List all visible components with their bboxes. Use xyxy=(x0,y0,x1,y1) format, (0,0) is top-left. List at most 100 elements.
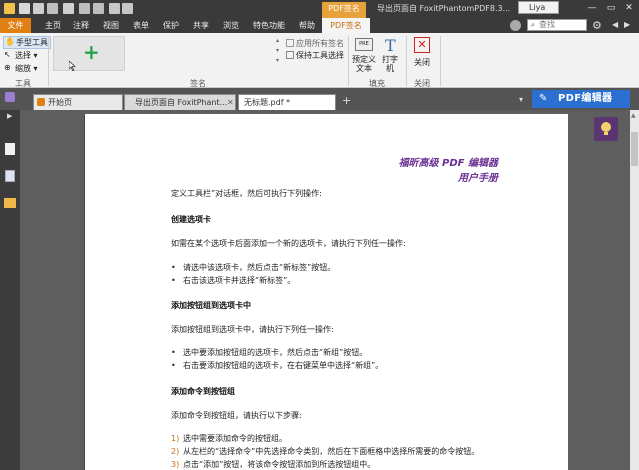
new-tab-icon[interactable]: + xyxy=(342,94,351,107)
tab-protect[interactable]: 保护 xyxy=(158,18,184,33)
zoom-label: 缩放 xyxy=(15,64,31,73)
apply-all-icon xyxy=(286,39,294,47)
quick-access-menu-icon[interactable] xyxy=(122,3,133,14)
ribbon-separator xyxy=(406,36,407,86)
document-canvas[interactable]: 福昕高级 PDF 编辑器 用户手册 定义工具栏”对话框，然后可执行下列操作: 创… xyxy=(20,110,630,470)
tab-features[interactable]: 特色功能 xyxy=(248,18,290,33)
tips-button[interactable] xyxy=(594,117,618,141)
list-item: • 右击要添加按钮组的选项卡，在右键菜单中选择“新组”。 xyxy=(171,361,384,370)
select-label: 选择 xyxy=(15,51,31,60)
doc-tab-label: 开始页 xyxy=(48,98,72,107)
tab-form[interactable]: 表单 xyxy=(128,18,154,33)
list-item: 3) 点击“添加”按钮，将该命令按钮添加到所选按钮组中。 xyxy=(171,460,376,469)
minimize-button[interactable]: — xyxy=(585,2,599,14)
close-signature-button[interactable]: 关闭 xyxy=(414,57,430,68)
zoom-icon: ⊕ xyxy=(4,63,11,72)
section-heading: 添加按钮组到选项卡中 xyxy=(171,301,251,310)
open-icon[interactable] xyxy=(19,3,30,14)
typewriter-button[interactable]: 打字机 xyxy=(381,55,399,73)
user-name: Liya xyxy=(529,3,546,12)
editor-icon: ✎ xyxy=(539,93,548,104)
hand-tool-label: 手型工具 xyxy=(16,38,48,47)
scroll-down-icon[interactable]: ▾ xyxy=(276,47,279,54)
doc-tab-label: 导出页面自 FoxitPhant... xyxy=(135,98,228,107)
list-item: 2) 从左栏的“选择命令”中先选择命令类别，然后在下面框格中选择所需要的命令按钮。 xyxy=(171,447,480,456)
save-icon[interactable] xyxy=(33,3,44,14)
navigation-panel-icon[interactable] xyxy=(5,92,15,102)
ribbon-separator xyxy=(440,36,441,86)
pdf-editor-label: PDF编辑器 xyxy=(558,93,613,104)
tab-help[interactable]: 帮助 xyxy=(294,18,320,33)
foxit-tab-icon xyxy=(37,98,45,106)
left-sidebar: ▶ xyxy=(0,92,20,470)
predefined-text-button[interactable]: 预定义文本 xyxy=(351,55,377,73)
back-icon[interactable]: ◀ xyxy=(612,20,618,29)
vertical-scrollbar[interactable]: ▲ xyxy=(630,110,639,470)
pdf-page[interactable]: 福昕高级 PDF 编辑器 用户手册 定义工具栏”对话框，然后可执行下列操作: 创… xyxy=(84,114,568,470)
close-tab-icon[interactable]: ✕ xyxy=(227,98,234,107)
window-title: 导出页面自 FoxitPhantomPDF8.3... xyxy=(377,4,511,13)
list-item: 1) 选中需要添加命令的按钮组。 xyxy=(171,434,287,443)
doc-tab-label: 无标题.pdf * xyxy=(244,98,291,107)
section-text: 如需在某个选项卡后面添加一个新的选项卡，请执行下列任一操作: xyxy=(171,239,406,248)
hand-tool-icon[interactable] xyxy=(109,3,120,14)
doc-tab-start[interactable]: 开始页 xyxy=(33,94,123,110)
ribbon-separator xyxy=(48,36,49,86)
predefined-text-icon: PRE xyxy=(355,38,373,51)
tab-view[interactable]: 视图 xyxy=(98,18,124,33)
close-signature-icon: ✕ xyxy=(414,37,430,53)
plus-icon: + xyxy=(83,40,100,64)
user-account-box[interactable]: Liya xyxy=(518,1,559,14)
forward-icon[interactable]: ▶ xyxy=(624,20,630,29)
section-text: 添加命令到按钮组，请执行以下步骤: xyxy=(171,411,302,420)
section-heading: 创建选项卡 xyxy=(171,215,211,224)
menu-bar: 文件 主页 注释 视图 表单 保护 共享 浏览 特色功能 帮助 PDF签名 查找… xyxy=(0,18,639,33)
bookmark-icon[interactable] xyxy=(5,170,15,182)
ribbon: 手型工具 ✋ 选择 ▾ ↖ 缩放 ▾ ⊕ 工具 + ▴ ▾ ▾ 签名 应用所有签… xyxy=(0,33,639,88)
scroll-up-icon[interactable]: ▴ xyxy=(276,37,279,44)
list-item: • 右击该选项卡并选择“新标签”。 xyxy=(171,276,296,285)
keep-tool-checkbox-icon xyxy=(286,51,294,59)
comments-icon[interactable] xyxy=(4,198,16,208)
select-cursor-icon: ↖ xyxy=(4,50,11,59)
apply-all-label: 应用所有签名 xyxy=(296,39,344,48)
add-signature-area[interactable]: + xyxy=(53,36,125,71)
customize-icon[interactable] xyxy=(63,3,74,14)
typewriter-icon: T xyxy=(385,36,396,55)
intro-text: 定义工具栏”对话框，然后可执行下列操作: xyxy=(171,189,322,198)
list-item: • 选中要添加按钮组的选项卡，然后点击“新组”按钮。 xyxy=(171,348,368,357)
tab-file[interactable]: 文件 xyxy=(0,18,31,33)
doc-tab-export[interactable]: 导出页面自 FoxitPhant... xyxy=(124,94,236,110)
redo-icon[interactable] xyxy=(93,3,104,14)
search-placeholder: 查找 xyxy=(539,20,555,29)
ribbon-collapse-icon[interactable] xyxy=(510,20,521,31)
tab-comment[interactable]: 注释 xyxy=(68,18,94,33)
scroll-thumb[interactable] xyxy=(631,132,638,166)
maximize-button[interactable]: ▭ xyxy=(604,2,618,14)
tab-dropdown-icon[interactable]: ▾ xyxy=(519,95,523,104)
section-text: 添加按钮组到选项卡中，请执行下列任一操作: xyxy=(171,325,334,334)
print-icon[interactable] xyxy=(47,3,58,14)
tab-browse[interactable]: 浏览 xyxy=(218,18,244,33)
tab-pdf-sign[interactable]: PDF签名 xyxy=(322,18,370,33)
pages-icon[interactable] xyxy=(5,143,15,155)
doc-title-line1: 福昕高级 PDF 编辑器 xyxy=(398,158,498,169)
expand-gallery-icon[interactable]: ▾ xyxy=(276,57,279,64)
gear-icon[interactable]: ⚙ xyxy=(592,19,602,32)
search-icon: ⌕ xyxy=(531,21,535,29)
search-input[interactable]: 查找 xyxy=(527,19,587,31)
close-window-button[interactable]: ✕ xyxy=(622,2,636,14)
tab-home[interactable]: 主页 xyxy=(40,18,66,33)
expand-panel-icon[interactable]: ▶ xyxy=(7,112,12,120)
scroll-up-arrow-icon[interactable]: ▲ xyxy=(631,112,636,119)
section-heading: 添加命令到按钮组 xyxy=(171,387,235,396)
doc-tab-untitled[interactable]: 无标题.pdf * xyxy=(238,94,336,110)
list-item: • 请选中该选项卡，然后点击“新标签”按钮。 xyxy=(171,263,336,272)
keep-tool-label: 保持工具选择 xyxy=(296,51,344,60)
app-logo-icon xyxy=(4,3,15,14)
lightbulb-icon xyxy=(601,122,611,135)
undo-icon[interactable] xyxy=(79,3,90,14)
tab-share[interactable]: 共享 xyxy=(188,18,214,33)
hand-icon: ✋ xyxy=(5,37,15,46)
mouse-cursor-icon xyxy=(69,61,76,71)
